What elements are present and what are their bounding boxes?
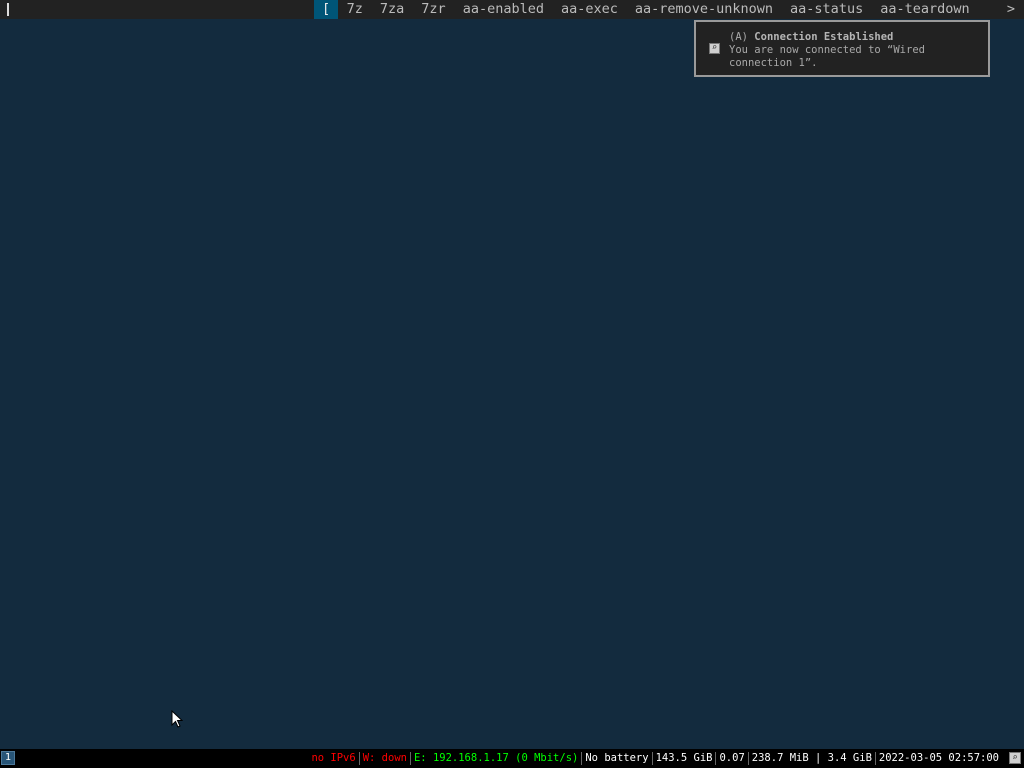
- dmenu-launcher-bar: [ 7z 7za 7zr aa-enabled aa-exec aa-remov…: [0, 0, 1024, 19]
- memory-status: 238.7 MiB | 3.4 GiB: [751, 752, 872, 764]
- wireless-status: W: down: [362, 752, 407, 764]
- disk-status: 143.5 GiB: [655, 752, 713, 764]
- dmenu-item[interactable]: aa-teardown: [872, 0, 978, 19]
- dmenu-item[interactable]: 7z: [338, 0, 371, 19]
- dmenu-item-list: [ 7z 7za 7zr aa-enabled aa-exec aa-remov…: [314, 0, 978, 19]
- notification-title: Connection Established: [754, 31, 894, 43]
- workspace-button[interactable]: 1: [1, 751, 15, 765]
- dmenu-item[interactable]: aa-remove-unknown: [626, 0, 781, 19]
- dmenu-item[interactable]: 7zr: [413, 0, 454, 19]
- load-status: 0.07: [719, 752, 745, 764]
- notification-body: You are now connected to “Wired connecti…: [729, 44, 925, 69]
- more-items-indicator[interactable]: >: [1007, 0, 1015, 19]
- ethernet-status: E: 192.168.1.17 (0 Mbit/s): [413, 752, 579, 764]
- dmenu-item[interactable]: aa-enabled: [454, 0, 552, 19]
- text-input-caret[interactable]: [7, 3, 9, 16]
- connection-notification[interactable]: ⌕ (A) Connection Established You are now…: [694, 20, 990, 77]
- battery-status: No battery: [585, 752, 649, 764]
- dmenu-item[interactable]: aa-exec: [552, 0, 626, 19]
- dmenu-item[interactable]: 7za: [371, 0, 412, 19]
- notification-app: (A): [729, 31, 748, 43]
- mouse-pointer-icon: [171, 710, 183, 728]
- status-bar: 1 no IPv6 W: down E: 192.168.1.17 (0 Mbi…: [0, 749, 1024, 768]
- dmenu-item-selected[interactable]: [: [314, 0, 339, 19]
- network-tray-icon[interactable]: ⌕: [1009, 752, 1021, 764]
- desktop: [ 7z 7za 7zr aa-enabled aa-exec aa-remov…: [0, 0, 1024, 768]
- dmenu-item[interactable]: aa-status: [782, 0, 872, 19]
- network-notification-icon: ⌕: [709, 43, 720, 54]
- status-blocks: no IPv6 W: down E: 192.168.1.17 (0 Mbit/…: [308, 749, 1002, 768]
- ipv6-status: no IPv6: [311, 752, 356, 764]
- notification-header: (A) Connection Established: [729, 31, 893, 43]
- datetime-status: 2022-03-05 02:57:00: [878, 752, 999, 764]
